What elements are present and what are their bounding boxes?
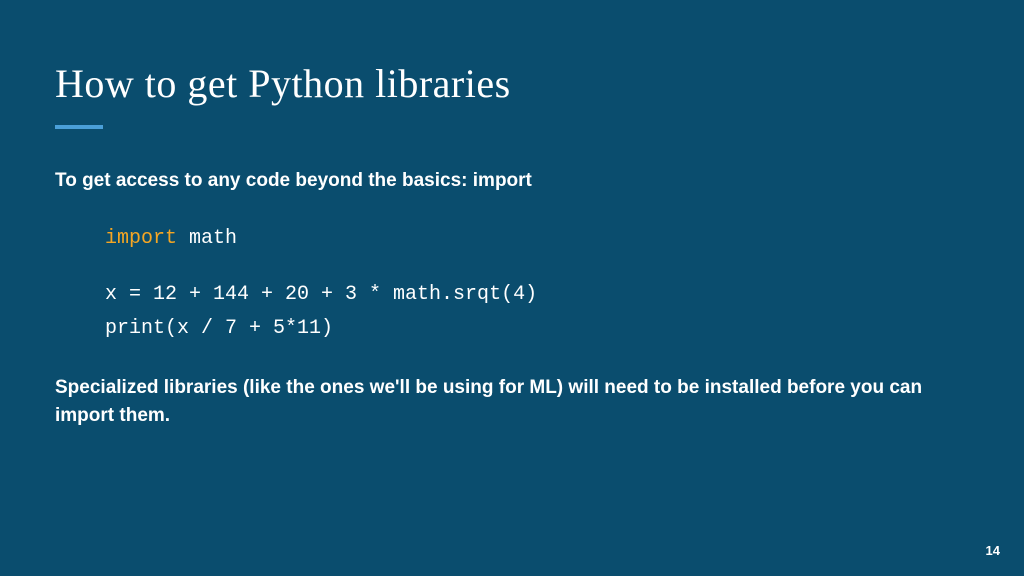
code-block: import math x = 12 + 144 + 20 + 3 * math… — [105, 222, 969, 346]
code-line-3: print(x / 7 + 5*11) — [105, 312, 969, 346]
title-underline — [55, 125, 103, 129]
outro-text: Specialized libraries (like the ones we'… — [55, 374, 969, 431]
code-line-1: import math — [105, 222, 969, 256]
code-line-2: x = 12 + 144 + 20 + 3 * math.srqt(4) — [105, 278, 969, 312]
slide-title: How to get Python libraries — [55, 60, 969, 107]
code-keyword-import: import — [105, 227, 177, 250]
intro-text: To get access to any code beyond the bas… — [55, 167, 969, 196]
code-text-math: math — [177, 227, 237, 250]
slide-container: How to get Python libraries To get acces… — [0, 0, 1024, 497]
page-number: 14 — [986, 543, 1000, 558]
